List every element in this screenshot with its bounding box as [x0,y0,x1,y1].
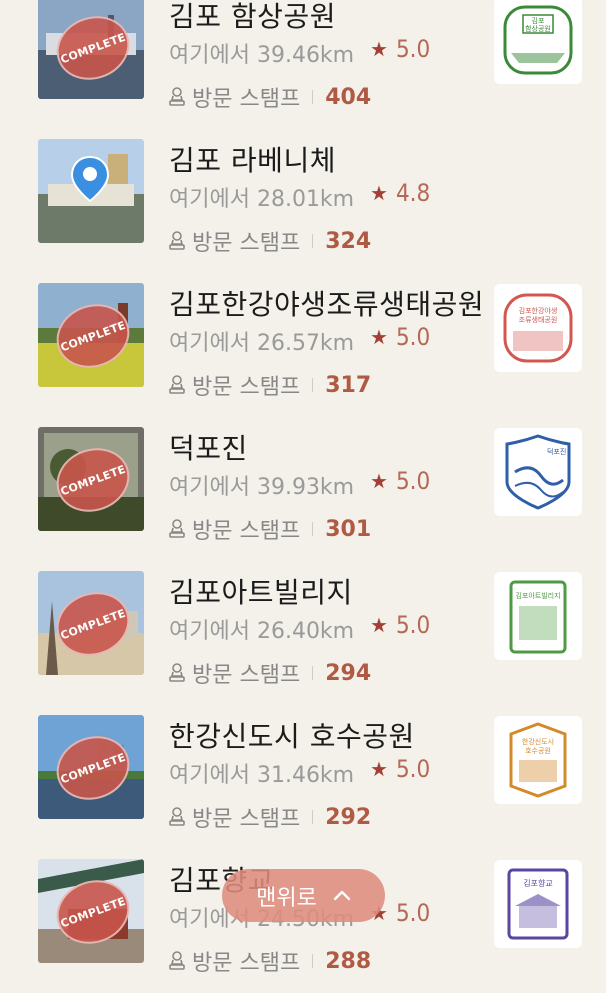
list-item[interactable]: COMPLETE 김포한강야생조류생태공원 여기에서 26.57km ★ 5.0 … [0,273,606,417]
divider [312,954,314,968]
divider [312,522,314,536]
svg-text:호수공원: 호수공원 [525,746,551,755]
star-icon: ★ [370,757,388,781]
distance: 여기에서 31.46km [169,763,355,788]
stamp-icon [169,807,185,826]
stamp-image: 김포한강야생 조류생태공원 [494,284,582,372]
place-thumbnail [38,139,144,243]
stamp-image: 한강신도시 호수공원 [494,716,582,804]
list-item[interactable]: COMPLETE 김포 함상공원 여기에서 39.46km ★ 5.0 방문 스탬… [0,0,606,129]
distance: 여기에서 28.01km [169,187,355,212]
stamp-info: 방문 스탬프 294 [166,657,371,689]
svg-text:김포한강야생: 김포한강야생 [519,306,558,315]
rating: ★ 5.0 [370,611,431,639]
divider [312,90,314,104]
place-thumbnail: COMPLETE [38,283,144,387]
divider [312,378,314,392]
place-name: 김포 라베니체 [169,144,336,177]
rating: ★ 4.8 [370,179,431,207]
stamp-icon [169,231,185,250]
svg-text:함상공원: 함상공원 [525,24,551,33]
stamp-image: 김포 함상공원 [494,0,582,84]
rating: ★ 5.0 [370,323,431,351]
svg-text:덕포진: 덕포진 [547,447,566,456]
stamp-info: 방문 스탬프 301 [166,513,371,545]
star-icon: ★ [370,181,388,205]
svg-text:한강신도시: 한강신도시 [522,737,554,746]
stamp-count: 288 [325,948,372,974]
star-icon: ★ [370,37,388,61]
place-thumbnail: COMPLETE [38,715,144,819]
place-list: COMPLETE 김포 함상공원 여기에서 39.46km ★ 5.0 방문 스탬… [0,0,606,993]
stamp-icon [169,519,185,538]
divider [312,234,314,248]
distance: 여기에서 26.40km [169,619,355,644]
place-name: 김포아트빌리지 [169,576,353,609]
stamp-icon [169,375,185,394]
place-name: 한강신도시 호수공원 [169,720,415,753]
place-name: 덕포진 [169,432,248,465]
stamp-count: 294 [325,660,372,686]
distance: 여기에서 39.46km [169,43,355,68]
rating: ★ 5.0 [370,467,431,495]
stamp-info: 방문 스탬프 317 [166,369,371,401]
stamp-count: 324 [325,228,372,254]
stamp-icon [169,87,185,106]
chevron-up-icon [333,885,351,906]
stamp-info: 방문 스탬프 288 [166,945,371,977]
place-thumbnail: COMPLETE [38,0,144,99]
distance: 여기에서 26.57km [169,331,355,356]
stamp-info: 방문 스탬프 292 [166,801,371,833]
stamp-count: 292 [325,804,372,830]
svg-text:김포: 김포 [532,17,545,25]
svg-text:조류생태공원: 조류생태공원 [519,315,558,324]
stamp-info: 방문 스탬프 404 [166,81,371,113]
place-thumbnail: COMPLETE [38,427,144,531]
location-pin-icon [70,155,110,203]
svg-text:김포향교: 김포향교 [523,878,552,888]
divider [312,810,314,824]
rating: ★ 5.0 [370,35,431,63]
star-icon: ★ [370,613,388,637]
svg-text:김포아트빌리지: 김포아트빌리지 [515,591,560,600]
stamp-info: 방문 스탬프 324 [166,225,371,257]
stamp-count: 404 [325,84,372,110]
distance: 여기에서 39.93km [169,475,355,500]
place-name: 김포한강야생조류생태공원 [169,288,485,321]
rating: ★ 5.0 [370,755,431,783]
place-thumbnail: COMPLETE [38,571,144,675]
list-item[interactable]: COMPLETE 한강신도시 호수공원 여기에서 31.46km ★ 5.0 방문… [0,705,606,849]
stamp-image: 김포향교 [494,860,582,948]
scroll-to-top-button[interactable]: 맨위로 [222,869,385,922]
stamp-icon [169,663,185,682]
list-item[interactable]: COMPLETE 덕포진 여기에서 39.93km ★ 5.0 방문 스탬프 30… [0,417,606,561]
stamp-count: 301 [325,516,372,542]
list-item[interactable]: COMPLETE 김포아트빌리지 여기에서 26.40km ★ 5.0 방문 스탬… [0,561,606,705]
place-name: 김포 함상공원 [169,0,336,33]
stamp-icon [169,951,185,970]
stamp-count: 317 [325,372,372,398]
star-icon: ★ [370,325,388,349]
stamp-image: 덕포진 [494,428,582,516]
divider [312,666,314,680]
stamp-image: 김포아트빌리지 [494,572,582,660]
star-icon: ★ [370,469,388,493]
place-thumbnail: COMPLETE [38,859,144,963]
list-item[interactable]: 김포 라베니체 여기에서 28.01km ★ 4.8 방문 스탬프 324 [0,129,606,273]
